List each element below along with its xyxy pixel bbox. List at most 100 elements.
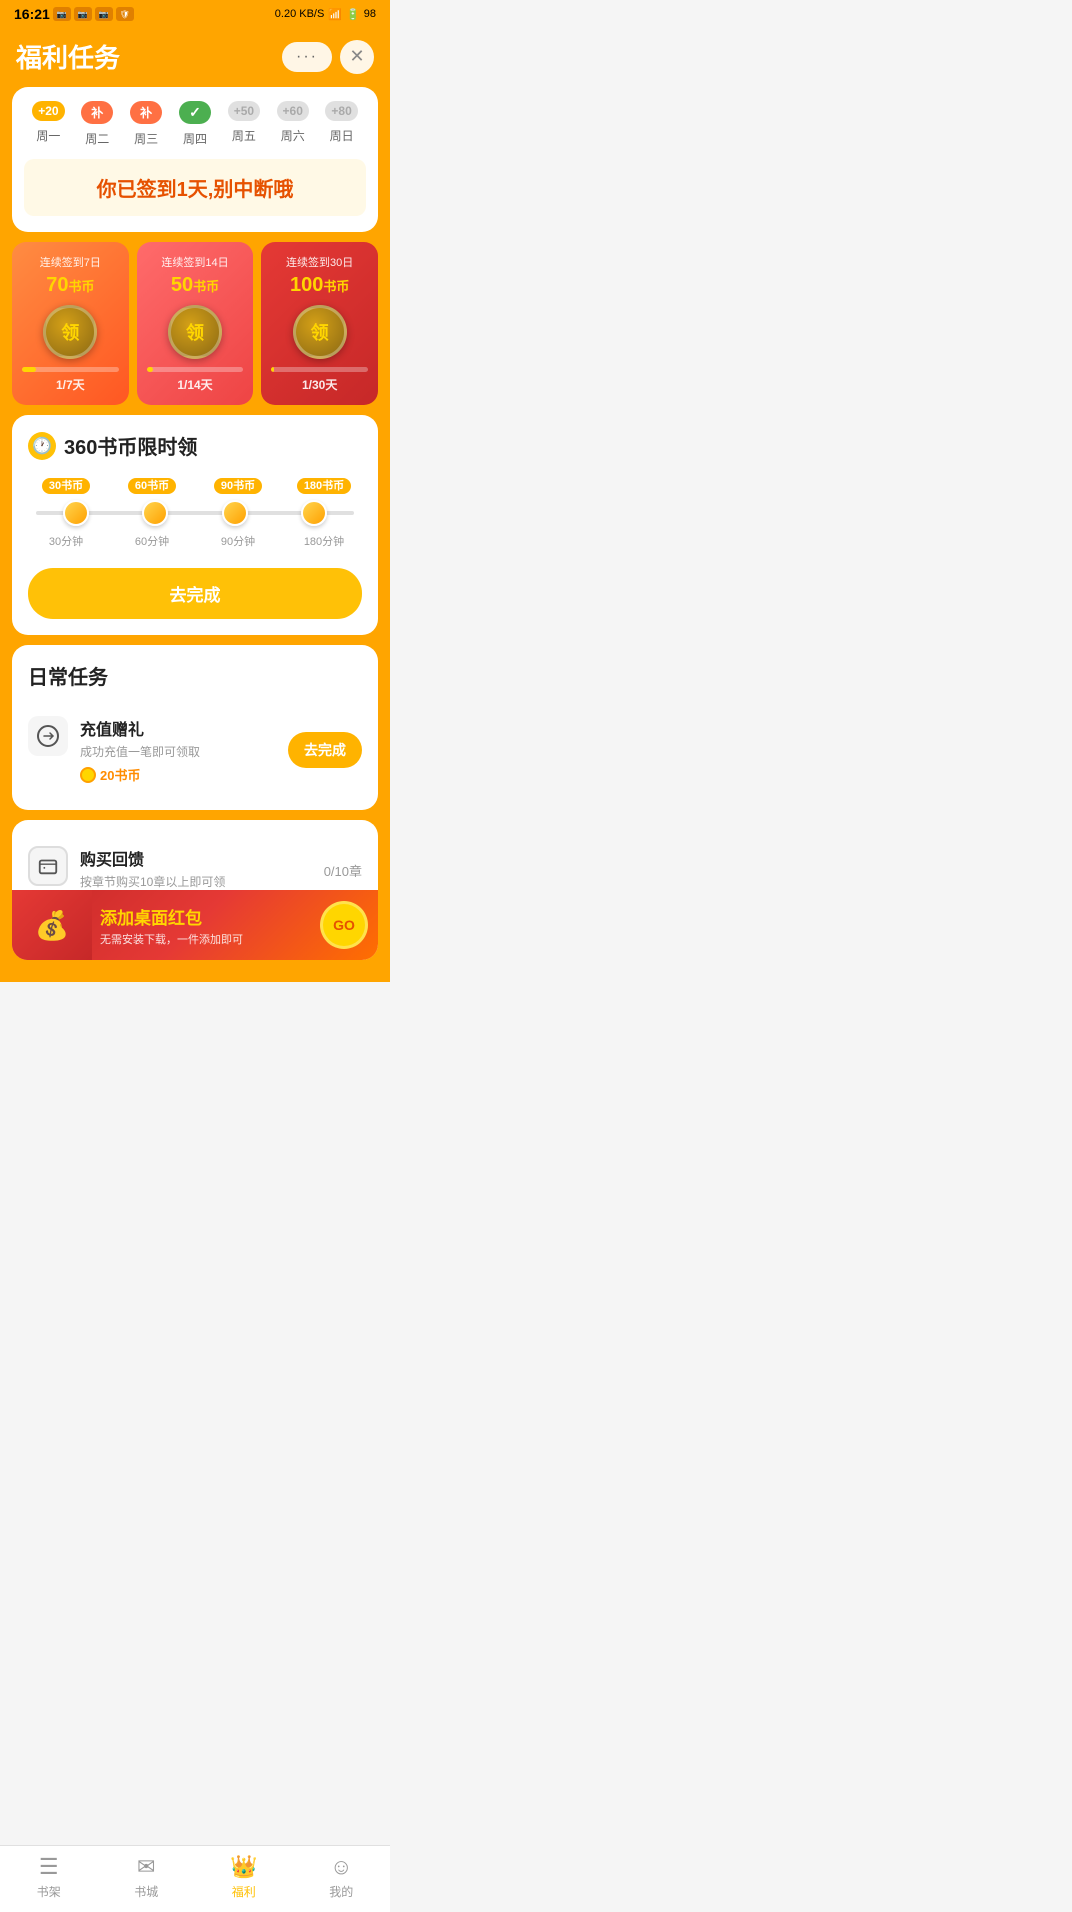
track-circle-2	[142, 500, 168, 526]
reward-card-14-title: 连续签到14日	[161, 254, 228, 270]
reward-progress-bar-30	[271, 367, 368, 372]
track-label-text-2: 60分钟	[135, 536, 169, 548]
recharge-reward-amount: 20书币	[100, 765, 140, 784]
recharge-icon	[28, 716, 68, 756]
reward-card-30-days: 1/30天	[302, 376, 337, 393]
reward-card-14[interactable]: 连续签到14日 50书币 领 1/14天	[137, 242, 254, 405]
track-badge-4: 180书币	[297, 478, 351, 494]
recharge-task-info: 充值赠礼 成功充值一笔即可领取 20书币	[80, 716, 276, 784]
track-label-text-3: 90分钟	[221, 536, 255, 548]
track-circle-1	[63, 500, 89, 526]
clock-icon: 🕐	[28, 432, 56, 460]
track-point-2: 60书币	[122, 476, 182, 494]
signin-message: 你已签到1天,别中断哦	[24, 159, 366, 216]
reward-card-14-days: 1/14天	[177, 376, 212, 393]
day-label-tue: 周二	[85, 130, 109, 147]
reward-progress-fill-7	[22, 367, 36, 372]
reward-btn-14[interactable]: 领	[168, 305, 222, 359]
day-badge-sat: +60	[277, 101, 309, 121]
day-label-sun: 周日	[330, 127, 354, 144]
day-item-fri: +50 周五	[219, 101, 268, 144]
reward-progress-bar-14	[147, 367, 244, 372]
reward-cards: 连续签到7日 70书币 领 1/7天 连续签到14日 50书币 领 1/14天	[12, 242, 378, 405]
days-row: +20 周一 补 周二 补 周三 ✓ 周四 +50 周五	[24, 101, 366, 147]
section-title: 🕐 360书币限时领	[28, 431, 362, 460]
app-icon-3: 📷	[95, 7, 113, 21]
header: 福利任务 ··· ✕	[0, 28, 390, 87]
day-badge-wed: 补	[130, 101, 162, 124]
purchase-task-info: 购买回馈 按章节购买10章以上即可领	[80, 846, 312, 895]
wifi-icon: 📶	[328, 8, 342, 21]
day-label-mon: 周一	[36, 127, 60, 144]
track-circles	[36, 500, 354, 526]
reward-card-7[interactable]: 连续签到7日 70书币 领 1/7天	[12, 242, 129, 405]
day-badge-sun: +80	[325, 101, 357, 121]
network-speed: 0.20 KB/S	[275, 8, 325, 20]
track-point-4: 180书币	[294, 476, 354, 494]
track-label-1: 30分钟	[36, 532, 96, 550]
header-actions: ··· ✕	[282, 40, 374, 74]
reward-progress-fill-30	[271, 367, 274, 372]
coin-icon	[80, 767, 96, 783]
track-badge-1: 30书币	[42, 478, 90, 494]
purchase-section: 购买回馈 按章节购买10章以上即可领 0/10章 💰 添加桌面红包 无需安装下载…	[12, 820, 378, 960]
track-label-2: 60分钟	[122, 532, 182, 550]
track-line-container	[36, 498, 354, 528]
go-complete-button[interactable]: 去完成	[28, 568, 362, 619]
day-label-sat: 周六	[281, 127, 305, 144]
track-point-3: 90书币	[208, 476, 268, 494]
banner-go-button[interactable]: GO	[320, 901, 368, 949]
battery-icon: 🔋	[346, 8, 360, 21]
recharge-task-name: 充值赠礼	[80, 716, 276, 740]
purchase-task-progress: 0/10章	[324, 861, 362, 880]
status-bar: 16:21 📷 📷 📷 🛡 0.20 KB/S 📶 🔋 98	[0, 0, 390, 28]
daily-section-title: 日常任务	[28, 661, 362, 690]
purchase-task-desc: 按章节购买10章以上即可领	[80, 873, 312, 890]
reward-card-30[interactable]: 连续签到30日 100书币 领 1/30天	[261, 242, 378, 405]
reward-card-30-coins: 100书币	[290, 274, 349, 297]
reward-btn-30[interactable]: 领	[293, 305, 347, 359]
page-title: 福利任务	[16, 38, 120, 75]
track-label-text-1: 30分钟	[49, 536, 83, 548]
day-item-thu: ✓ 周四	[171, 101, 220, 147]
track-label-4: 180分钟	[294, 532, 354, 550]
day-item-wed: 补 周三	[122, 101, 171, 147]
track-circle-3	[222, 500, 248, 526]
reward-card-7-title: 连续签到7日	[40, 254, 101, 270]
reward-card-30-title: 连续签到30日	[286, 254, 353, 270]
banner-text-area: 添加桌面红包 无需安装下载，一件添加即可	[92, 904, 320, 947]
reward-progress-bar-7	[22, 367, 119, 372]
status-time: 16:21	[14, 6, 50, 22]
recharge-task-action: 去完成	[288, 732, 362, 768]
track-circle-4	[301, 500, 327, 526]
reward-progress-fill-14	[147, 367, 154, 372]
app-icon-1: 📷	[53, 7, 71, 21]
task-item-recharge: 充值赠礼 成功充值一笔即可领取 20书币 去完成	[28, 706, 362, 794]
day-badge-fri: +50	[228, 101, 260, 121]
checkin-card: +20 周一 补 周二 补 周三 ✓ 周四 +50 周五	[12, 87, 378, 232]
purchase-task-name: 购买回馈	[80, 846, 312, 870]
track-labels-row: 30分钟 60分钟 90分钟 180分钟	[36, 532, 354, 550]
progress-track: 30书币 60书币 90书币 180书币	[28, 476, 362, 550]
daily-section: 日常任务 充值赠礼 成功充值一笔即可领取 20书币	[12, 645, 378, 810]
purchase-icon	[28, 846, 68, 886]
time-section-title: 360书币限时领	[64, 431, 197, 460]
banner-sub-text: 无需安装下载，一件添加即可	[100, 931, 312, 947]
close-button[interactable]: ✕	[340, 40, 374, 74]
more-button[interactable]: ···	[282, 42, 332, 72]
day-badge-tue: 补	[81, 101, 113, 124]
track-badge-2: 60书币	[128, 478, 176, 494]
banner-overlay[interactable]: 💰 添加桌面红包 无需安装下载，一件添加即可 GO	[12, 890, 378, 960]
track-label-3: 90分钟	[208, 532, 268, 550]
reward-card-7-days: 1/7天	[56, 376, 85, 393]
time-section: 🕐 360书币限时领 30书币 60书币 90书币	[12, 415, 378, 635]
reward-card-14-coins: 50书币	[171, 274, 219, 297]
main-content: +20 周一 补 周二 补 周三 ✓ 周四 +50 周五	[0, 87, 390, 982]
banner-main-text: 添加桌面红包	[100, 904, 312, 929]
day-item-sun: +80 周日	[317, 101, 366, 144]
status-right: 0.20 KB/S 📶 🔋 98	[275, 8, 376, 21]
recharge-action-button[interactable]: 去完成	[288, 732, 362, 768]
reward-btn-7[interactable]: 领	[43, 305, 97, 359]
money-icon: 💰	[35, 909, 70, 942]
day-item-sat: +60 周六	[268, 101, 317, 144]
